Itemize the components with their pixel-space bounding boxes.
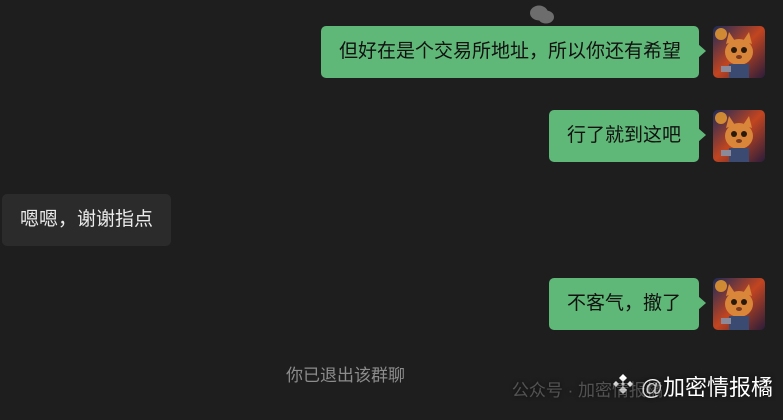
wechat-icon <box>529 4 555 31</box>
message-bubble-incoming[interactable]: 嗯嗯，谢谢指点 <box>2 194 172 246</box>
avatar-cat-image <box>713 26 765 78</box>
watermark: 公众号 · 加密情报橘 @加密情报橘 <box>512 372 773 404</box>
message-bubble-outgoing[interactable]: 不客气，撤了 <box>548 278 707 330</box>
message-row-outgoing: 但好在是个交易所地址，所以你还有希望 <box>320 26 765 78</box>
avatar[interactable] <box>713 278 765 330</box>
avatar[interactable] <box>713 110 765 162</box>
message-bubble-outgoing[interactable]: 但好在是个交易所地址，所以你还有希望 <box>320 26 707 78</box>
avatar[interactable] <box>713 26 765 78</box>
system-notice: 你已退出该群聊 <box>286 366 405 385</box>
avatar-cat-image <box>713 110 765 162</box>
message-bubble-outgoing[interactable]: 行了就到这吧 <box>548 110 707 162</box>
chat-window: 但好在是个交易所地址，所以你还有希望 行了就到这吧 嗯嗯，谢谢指点 不客气，撤了… <box>0 0 783 420</box>
message-row-outgoing: 行了就到这吧 <box>548 110 765 162</box>
message-row-incoming: 嗯嗯，谢谢指点 <box>2 194 172 246</box>
message-row-outgoing: 不客气，撤了 <box>548 278 765 330</box>
watermark-faint-text: 公众号 · 加密情报橘 <box>511 381 663 400</box>
avatar-cat-image <box>713 278 765 330</box>
